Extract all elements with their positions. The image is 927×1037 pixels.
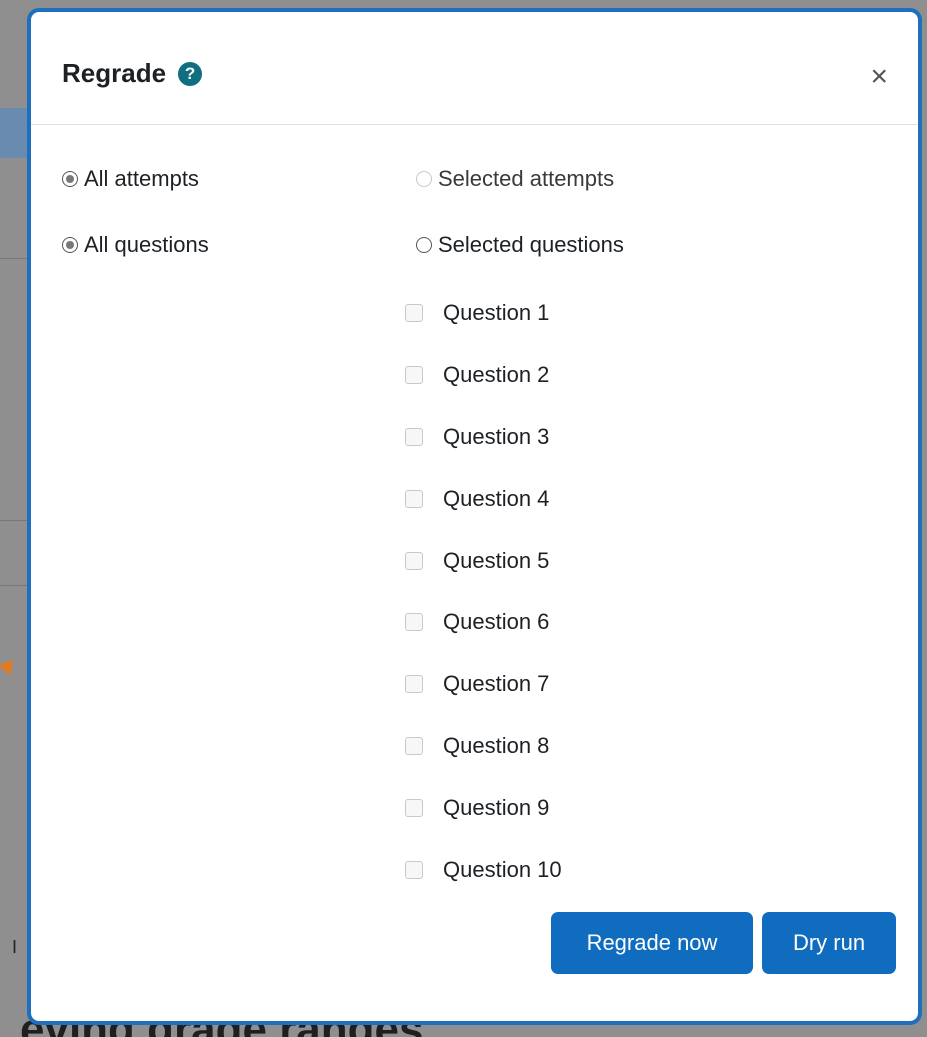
question-label: Question 6 — [443, 609, 550, 634]
question-checkbox-item[interactable]: Question 10 — [405, 857, 562, 883]
question-checkbox[interactable] — [405, 737, 423, 755]
question-label: Question 5 — [443, 548, 550, 573]
regrade-now-button[interactable]: Regrade now — [551, 912, 753, 974]
question-checkbox-item[interactable]: Question 4 — [405, 486, 549, 512]
all-questions-option[interactable]: All questions — [62, 232, 209, 258]
question-checkbox[interactable] — [405, 799, 423, 817]
question-checkbox[interactable] — [405, 552, 423, 570]
help-icon[interactable]: ? — [178, 61, 203, 86]
dialog-header: Regrade ? × — [31, 12, 918, 125]
question-checkbox[interactable] — [405, 428, 423, 446]
all-attempts-label: All attempts — [84, 166, 199, 191]
question-label: Question 2 — [443, 362, 550, 387]
all-questions-label: All questions — [84, 232, 209, 257]
question-label: Question 9 — [443, 795, 550, 820]
question-checkbox[interactable] — [405, 675, 423, 693]
selected-attempts-label: Selected attempts — [438, 166, 615, 191]
all-questions-radio[interactable] — [62, 237, 78, 253]
question-checkbox[interactable] — [405, 613, 423, 631]
selected-attempts-option: Selected attempts — [416, 166, 614, 192]
question-label: Question 7 — [443, 671, 550, 696]
question-checkbox[interactable] — [405, 366, 423, 384]
dry-run-button[interactable]: Dry run — [762, 912, 896, 974]
dialog-title-text: Regrade — [62, 58, 167, 88]
question-checkbox-item[interactable]: Question 3 — [405, 424, 549, 450]
question-label: Question 10 — [443, 857, 562, 882]
question-checkbox-item[interactable]: Question 1 — [405, 300, 549, 326]
selected-questions-option[interactable]: Selected questions — [416, 232, 624, 258]
question-checkbox[interactable] — [405, 490, 423, 508]
selected-attempts-radio — [416, 171, 432, 187]
all-attempts-radio[interactable] — [62, 171, 78, 187]
question-checkbox-item[interactable]: Question 6 — [405, 609, 549, 635]
all-attempts-option[interactable]: All attempts — [62, 166, 199, 192]
selected-questions-label: Selected questions — [438, 232, 624, 257]
question-checkbox-item[interactable]: Question 9 — [405, 795, 549, 821]
question-checkbox[interactable] — [405, 861, 423, 879]
background-text-fragment: I — [12, 937, 18, 957]
close-button[interactable]: × — [870, 62, 888, 92]
question-checkbox-item[interactable]: Question 2 — [405, 362, 549, 388]
question-checkbox-item[interactable]: Question 8 — [405, 733, 549, 759]
question-checkbox-item[interactable]: Question 5 — [405, 548, 549, 574]
question-label: Question 8 — [443, 733, 550, 758]
selected-questions-radio[interactable] — [416, 237, 432, 253]
question-checkbox-item[interactable]: Question 7 — [405, 671, 549, 697]
dialog-title: Regrade ? — [62, 58, 203, 89]
question-label: Question 3 — [443, 424, 550, 449]
question-checkbox[interactable] — [405, 304, 423, 322]
regrade-dialog: Regrade ? × All attempts Selected attemp… — [27, 8, 922, 1025]
background-arrow-icon — [0, 659, 18, 679]
question-label: Question 1 — [443, 300, 550, 325]
question-label: Question 4 — [443, 486, 550, 511]
